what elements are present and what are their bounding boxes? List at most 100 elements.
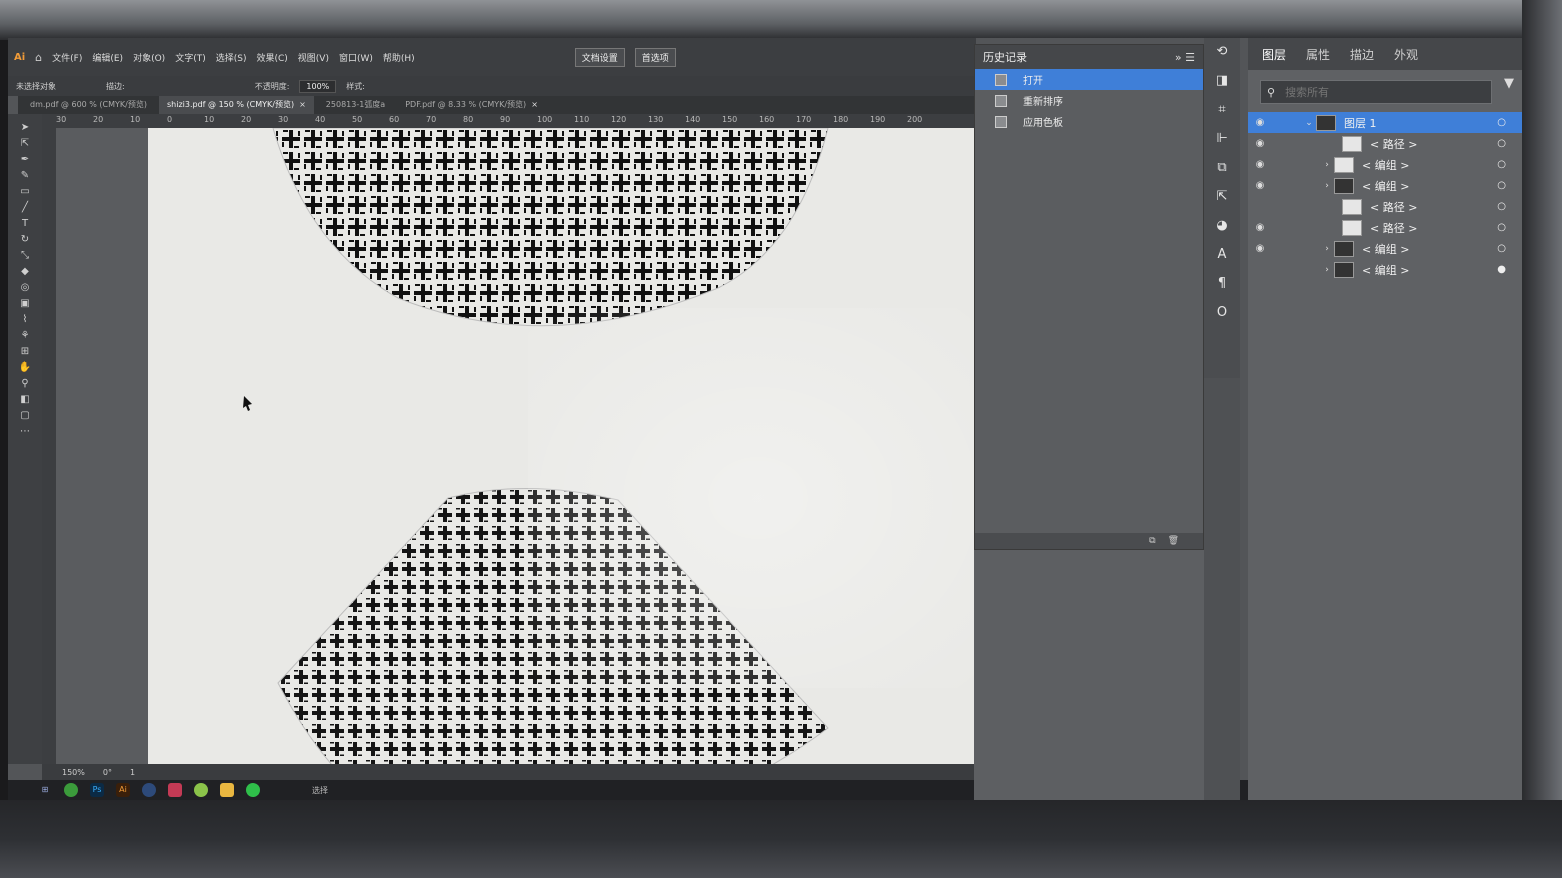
layer-row[interactable]: ◉ › < 编组 > ○ [1248,175,1522,196]
trash-icon[interactable]: 🗑 [1168,536,1179,546]
tab-appearance[interactable]: 外观 [1394,46,1418,63]
tab-properties[interactable]: 属性 [1306,46,1330,63]
scale-tool-icon[interactable]: ⤡ [16,250,34,262]
rotation-angle[interactable]: 0° [103,768,112,777]
target-circle-icon[interactable]: ● [1497,264,1506,275]
brush-tool-icon[interactable]: ✎ [16,170,34,182]
target-circle-icon[interactable]: ○ [1497,243,1506,254]
character-panel-icon[interactable]: A [1211,247,1233,262]
tab-shizi3-pdf[interactable]: shizi3.pdf @ 150 % (CMYK/预览) × [159,96,314,114]
artboard-tool-icon[interactable]: ⊞ [16,346,34,358]
menu-select[interactable]: 选择(S) [216,51,247,64]
eyedropper-tool-icon[interactable]: ⌇ [16,314,34,326]
target-circle-icon[interactable]: ○ [1497,117,1506,128]
shape-builder-icon[interactable]: ◎ [16,282,34,294]
tab-250813[interactable]: 250813-1弧度a [318,96,393,114]
chevron-right-icon[interactable]: › [1320,244,1334,254]
paragraph-panel-icon[interactable]: ¶ [1211,276,1233,291]
new-document-icon[interactable]: ⧉ [1149,536,1155,546]
type-tool-icon[interactable]: T [16,218,34,230]
align-panel-icon[interactable]: ⊩ [1211,131,1233,146]
menu-help[interactable]: 帮助(H) [383,51,415,64]
menu-edit[interactable]: 编辑(E) [92,51,123,64]
layer-row[interactable]: ◉ › < 编组 > ○ [1248,238,1522,259]
windows-start-icon[interactable]: ⊞ [38,783,52,797]
export-panel-icon[interactable]: ⇱ [1211,189,1233,204]
blend-tool-icon[interactable]: ⚘ [16,330,34,342]
tab-pdf-pdf[interactable]: PDF.pdf @ 8.33 % (CMYK/预览) × [397,96,546,114]
opacity-input[interactable]: 100% [299,79,337,93]
visibility-eye-icon[interactable]: ◉ [1248,159,1272,170]
layer-row[interactable]: ◉ › < 编组 > ○ [1248,154,1522,175]
gradient-panel-icon[interactable]: ◨ [1211,73,1233,88]
layer-row[interactable]: ◉ < 路径 > ○ [1248,133,1522,154]
illustrator-icon[interactable]: Ai [116,783,130,797]
opentype-panel-icon[interactable]: O [1211,305,1233,320]
pattern-arc-top[interactable] [272,127,829,327]
selection-tool-icon[interactable]: ➤ [16,122,34,134]
color-panel-icon[interactable]: ◕ [1211,218,1233,233]
menu-file[interactable]: 文件(F) [52,51,82,64]
visibility-eye-icon[interactable]: ◉ [1248,222,1272,233]
visibility-eye-icon[interactable]: ◉ [1248,243,1272,254]
target-circle-icon[interactable]: ○ [1497,138,1506,149]
pathfinder-panel-icon[interactable]: ⧉ [1211,160,1233,175]
hand-tool-icon[interactable]: ✋ [16,362,34,374]
history-item-apply-swatch[interactable]: 应用色板 [975,111,1203,132]
layer-row[interactable]: < 路径 > ○ [1248,196,1522,217]
pattern-fan-bottom[interactable] [277,488,829,800]
zoom-tool-icon[interactable]: ⚲ [16,378,34,390]
layer-row[interactable]: ◉ < 路径 > ○ [1248,217,1522,238]
target-circle-icon[interactable]: ○ [1497,159,1506,170]
chevron-right-icon[interactable]: › [1320,265,1334,275]
green-app-icon[interactable] [194,783,208,797]
layer-row[interactable]: › < 编组 > ● [1248,259,1522,280]
chevron-right-icon[interactable]: › [1320,160,1334,170]
chevron-right-icon[interactable]: › [1320,181,1334,191]
close-icon[interactable]: × [299,100,306,109]
panel-menu-icon[interactable]: » ☰ [1175,51,1195,64]
line-tool-icon[interactable]: ╱ [16,202,34,214]
browser-icon[interactable] [142,783,156,797]
menu-type[interactable]: 文字(T) [175,51,206,64]
search-input[interactable] [1283,84,1458,100]
menu-view[interactable]: 视图(V) [298,51,329,64]
transform-panel-icon[interactable]: ⌗ [1211,102,1233,117]
chevron-down-icon[interactable]: ⌄ [1302,118,1316,128]
fill-stroke-icon[interactable]: ◧ [16,394,34,406]
tab-layers[interactable]: 图层 [1262,46,1286,63]
layer-row[interactable]: ◉ ⌄ 图层 1 ○ [1248,112,1522,133]
visibility-eye-icon[interactable]: ◉ [1248,180,1272,191]
more-tools-icon[interactable]: ⋯ [16,426,34,438]
filter-icon[interactable]: ▼ [1504,76,1514,91]
app-icon[interactable] [168,783,182,797]
pen-tool-icon[interactable]: ✒ [16,154,34,166]
menu-object[interactable]: 对象(O) [133,51,165,64]
eraser-tool-icon[interactable]: ◆ [16,266,34,278]
preferences-button[interactable]: 首选项 [634,47,676,67]
rectangle-tool-icon[interactable]: ▭ [16,186,34,198]
artboard[interactable] [148,127,976,800]
chrome-icon[interactable] [64,783,78,797]
tab-dm-pdf[interactable]: dm.pdf @ 600 % (CMYK/预览) [22,96,155,114]
visibility-eye-icon[interactable]: ◉ [1248,138,1272,149]
artboard-number[interactable]: 1 [130,768,135,777]
menu-effect[interactable]: 效果(C) [256,51,287,64]
zoom-level[interactable]: 150% [62,768,85,777]
target-circle-icon[interactable]: ○ [1497,180,1506,191]
menu-window[interactable]: 窗口(W) [339,51,373,64]
photoshop-icon[interactable]: Ps [90,783,104,797]
target-circle-icon[interactable]: ○ [1497,201,1506,212]
history-item-reorder[interactable]: 重新排序 [975,90,1203,111]
folder-icon[interactable] [220,783,234,797]
tab-stroke[interactable]: 描边 [1350,46,1374,63]
close-icon[interactable]: × [531,100,538,109]
direct-selection-tool-icon[interactable]: ⇱ [16,138,34,150]
wechat-icon[interactable] [246,783,260,797]
visibility-eye-icon[interactable]: ◉ [1248,117,1272,128]
rotate-tool-icon[interactable]: ↻ [16,234,34,246]
home-icon[interactable]: ⌂ [35,51,42,64]
history-panel-icon[interactable]: ⟲ [1211,44,1233,59]
document-setup-button[interactable]: 文档设置 [574,47,625,67]
history-item-open[interactable]: 打开 [975,69,1203,90]
